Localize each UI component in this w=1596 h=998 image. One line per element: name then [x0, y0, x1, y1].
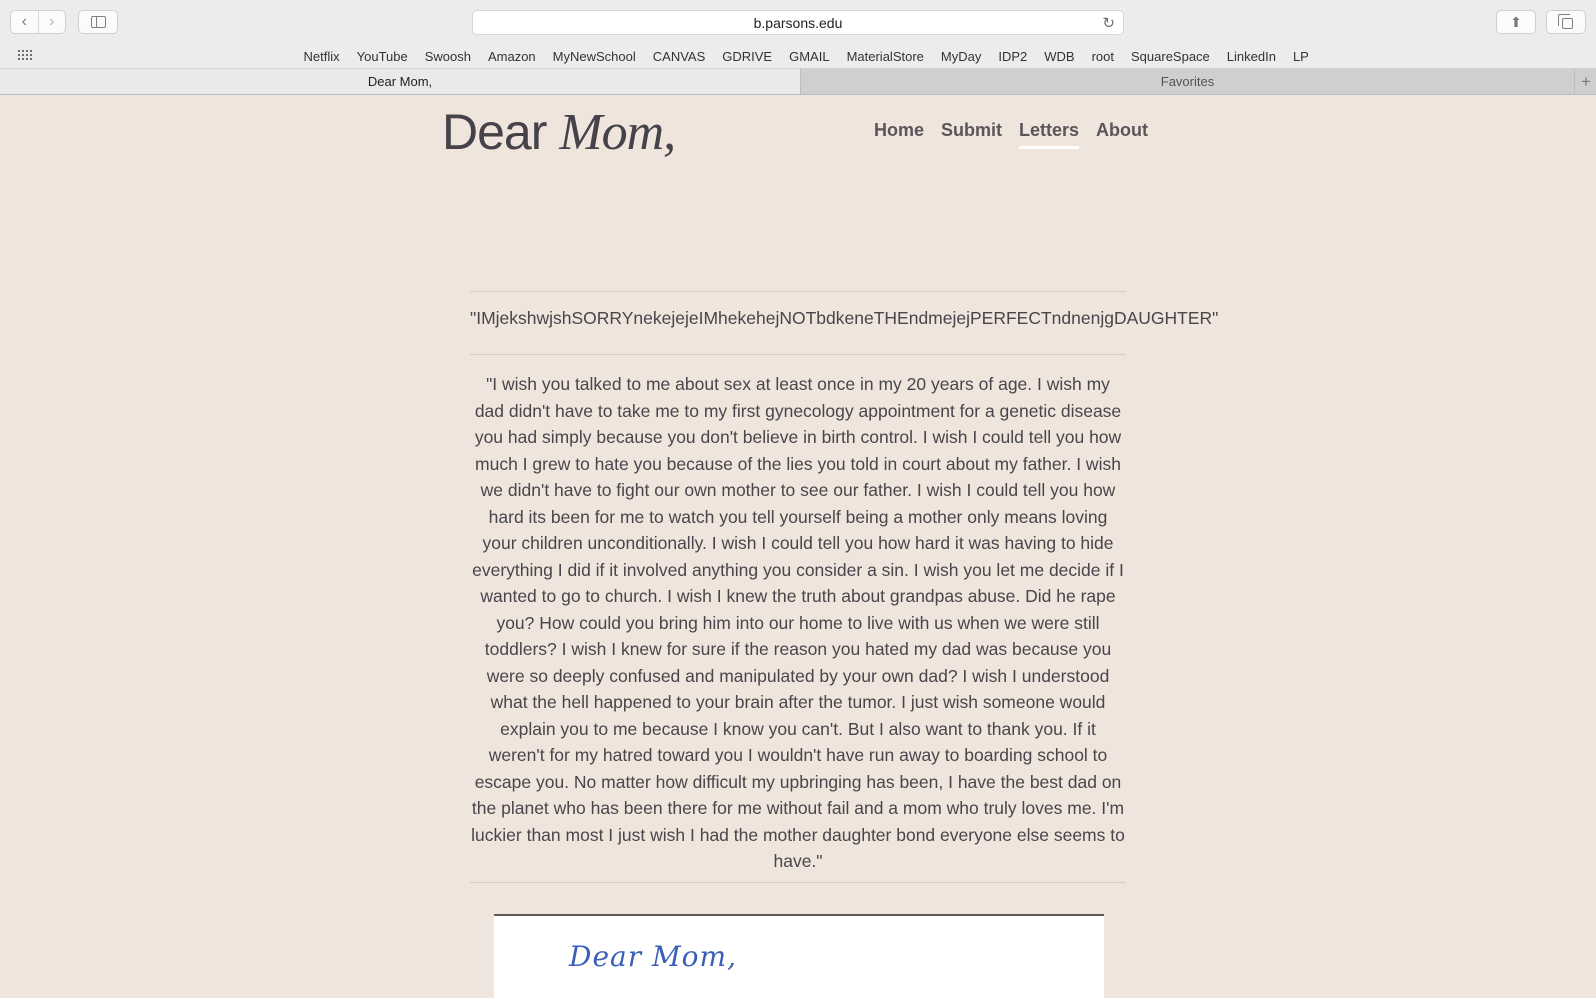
bookmark-gmail[interactable]: GMAIL: [781, 49, 838, 64]
forward-button[interactable]: ›: [37, 11, 66, 33]
bookmark-youtube[interactable]: YouTube: [348, 49, 416, 64]
nav-button-group: ‹ ›: [10, 10, 66, 34]
back-button[interactable]: ‹: [11, 11, 38, 33]
share-icon: ⬆: [1510, 13, 1522, 30]
bookmark-amazon[interactable]: Amazon: [479, 49, 544, 64]
bookmark-squarespace[interactable]: SquareSpace: [1123, 49, 1219, 64]
bookmark-root[interactable]: root: [1083, 49, 1122, 64]
handwritten-salutation: Dear Mom,: [569, 940, 737, 973]
logo-word-mom: Mom,: [559, 104, 676, 161]
bookmarks-bar: Netflix YouTube Swoosh Amazon MyNewSchoo…: [0, 44, 1596, 69]
url-text: b.parsons.edu: [753, 14, 843, 31]
tabs-overview-icon: [1558, 14, 1573, 29]
divider: [470, 882, 1126, 883]
sidebar-toggle-button[interactable]: [78, 10, 118, 34]
browser-window: ‹ › b.parsons.edu ↻ ⬆ Netflix YouTube Sw…: [0, 0, 1596, 998]
bookmark-linkedin[interactable]: LinkedIn: [1218, 49, 1284, 64]
tab-dear-mom[interactable]: Dear Mom,: [0, 69, 800, 94]
bookmark-wdb[interactable]: WDB: [1036, 49, 1083, 64]
divider: [470, 291, 1126, 292]
bookmark-mynewschool[interactable]: MyNewSchool: [544, 49, 644, 64]
address-bar[interactable]: b.parsons.edu ↻: [472, 10, 1124, 35]
letter-body: "I wish you talked to me about sex at le…: [471, 374, 1125, 871]
bookmark-materialstore[interactable]: MaterialStore: [838, 49, 932, 64]
bookmark-canvas[interactable]: CANVAS: [644, 49, 714, 64]
site-logo[interactable]: Dear Mom,: [442, 103, 676, 162]
nav-letters-link[interactable]: Letters: [1019, 120, 1080, 149]
letter-title: "IMjekshwjshSORRYnekejejeIMhekehejNOTbdk…: [470, 308, 1219, 328]
new-tab-button[interactable]: +: [1574, 69, 1596, 94]
tab-favorites[interactable]: Favorites: [800, 69, 1574, 94]
bookmark-swoosh[interactable]: Swoosh: [416, 49, 479, 64]
handwritten-letter-image: Dear Mom,: [494, 914, 1104, 998]
bookmark-gdrive[interactable]: GDRIVE: [714, 49, 781, 64]
bookmark-lp[interactable]: LP: [1284, 49, 1317, 64]
reload-icon[interactable]: ↻: [1102, 14, 1115, 32]
web-page: Dear Mom, Home Submit Letters About "IMj…: [0, 95, 1596, 998]
browser-toolbar: ‹ › b.parsons.edu ↻ ⬆: [0, 0, 1596, 45]
show-tabs-button[interactable]: [1546, 10, 1586, 34]
top-sites-grid-icon[interactable]: [18, 50, 34, 62]
divider: [470, 354, 1126, 355]
nav-submit-link[interactable]: Submit: [941, 120, 1002, 149]
logo-word-dear: Dear: [442, 104, 547, 160]
share-button[interactable]: ⬆: [1496, 10, 1536, 34]
bookmark-idp2[interactable]: IDP2: [990, 49, 1036, 64]
site-nav: Home Submit Letters About: [874, 120, 1165, 149]
nav-home-link[interactable]: Home: [874, 120, 924, 149]
bookmark-myday[interactable]: MyDay: [932, 49, 989, 64]
bookmark-netflix[interactable]: Netflix: [295, 49, 348, 64]
nav-about-link[interactable]: About: [1096, 120, 1148, 149]
tab-bar: Dear Mom, Favorites +: [0, 69, 1596, 95]
bookmark-list: Netflix YouTube Swoosh Amazon MyNewSchoo…: [295, 44, 1317, 68]
sidebar-icon: [90, 16, 106, 28]
